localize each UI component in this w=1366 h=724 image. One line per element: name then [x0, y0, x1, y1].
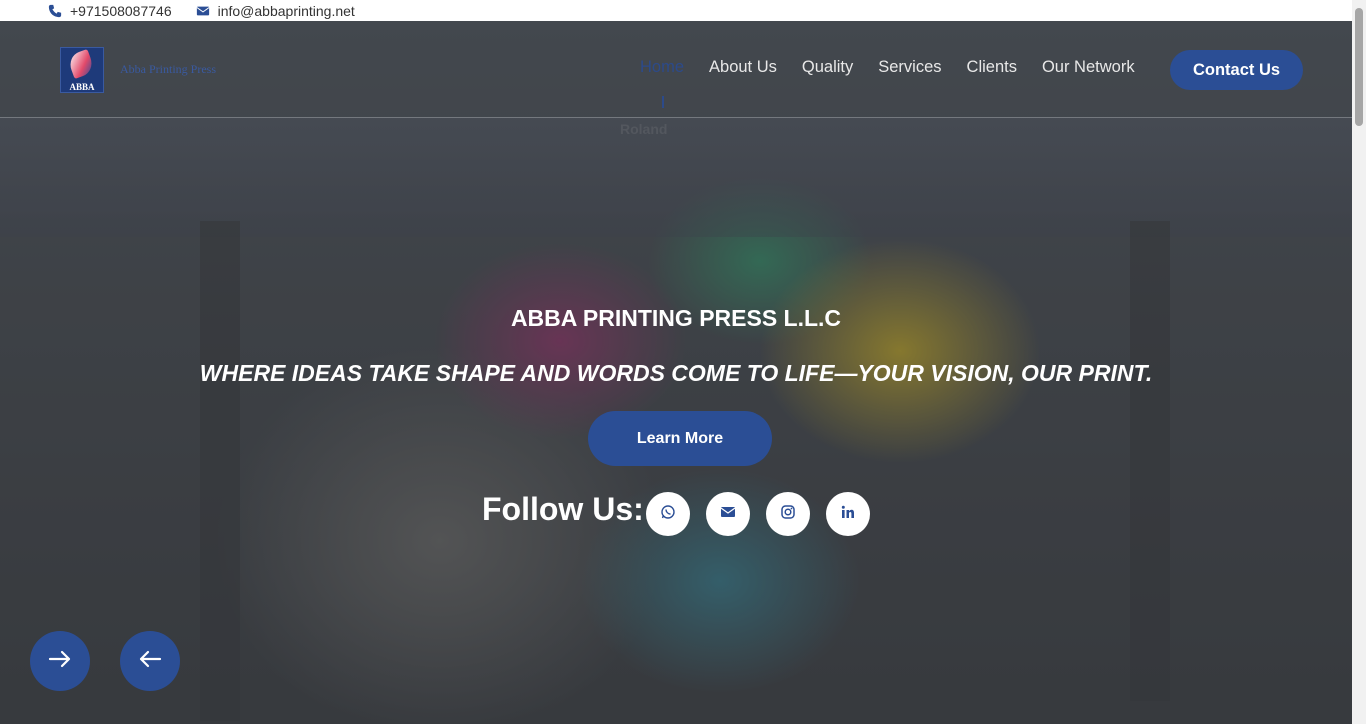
phone-icon: [48, 4, 62, 18]
nav-quality[interactable]: Quality: [802, 58, 853, 77]
whatsapp-icon: [660, 504, 676, 525]
arrow-right-icon: [47, 646, 73, 677]
instagram-icon: [780, 504, 796, 525]
slider-prev-button[interactable]: [120, 631, 180, 691]
hero-subtitle: WHERE IDEAS TAKE SHAPE AND WORDS COME TO…: [199, 360, 1153, 386]
whatsapp-button[interactable]: [646, 492, 690, 536]
site-logo[interactable]: ABBA Abba Printing Press: [60, 47, 216, 93]
phone-number: +971508087746: [70, 2, 172, 19]
instagram-button[interactable]: [766, 492, 810, 536]
scrollbar-thumb[interactable]: [1355, 8, 1363, 126]
logo-mark-text: ABBA: [69, 82, 95, 92]
nav-clients[interactable]: Clients: [967, 58, 1017, 77]
envelope-icon: [720, 504, 736, 525]
learn-more-button[interactable]: Learn More: [588, 411, 772, 466]
top-contact-bar: +971508087746 info@abbaprinting.net: [0, 0, 1352, 21]
logo-wordmark: Abba Printing Press: [120, 62, 216, 77]
nav-services[interactable]: Services: [878, 58, 941, 77]
nav-about-us[interactable]: About Us: [709, 58, 777, 77]
nav-divider: [0, 117, 1352, 118]
linkedin-icon: [840, 504, 856, 525]
logo-mark: ABBA: [60, 47, 104, 93]
contact-us-button[interactable]: Contact Us: [1170, 50, 1303, 90]
page-scrollbar[interactable]: [1352, 0, 1366, 724]
follow-us-label: Follow Us:: [482, 491, 644, 527]
envelope-icon: [196, 4, 210, 18]
hero-section: Roland ABBA Abba Printing Press Home Abo…: [0, 21, 1352, 724]
nav-our-network[interactable]: Our Network: [1042, 58, 1135, 77]
logo-flame-icon: [66, 48, 96, 80]
slider-next-button[interactable]: [30, 631, 90, 691]
email-contact[interactable]: info@abbaprinting.net: [196, 3, 355, 19]
email-social-button[interactable]: [706, 492, 750, 536]
email-address: info@abbaprinting.net: [217, 2, 355, 19]
arrow-left-icon: [137, 646, 163, 677]
nav-home[interactable]: Home: [640, 58, 684, 108]
linkedin-button[interactable]: [826, 492, 870, 536]
phone-contact[interactable]: +971508087746: [48, 3, 172, 19]
main-navigation: Home About Us Quality Services Clients O…: [640, 58, 1160, 108]
hero-title: ABBA PRINTING PRESS L.L.C: [510, 305, 842, 331]
